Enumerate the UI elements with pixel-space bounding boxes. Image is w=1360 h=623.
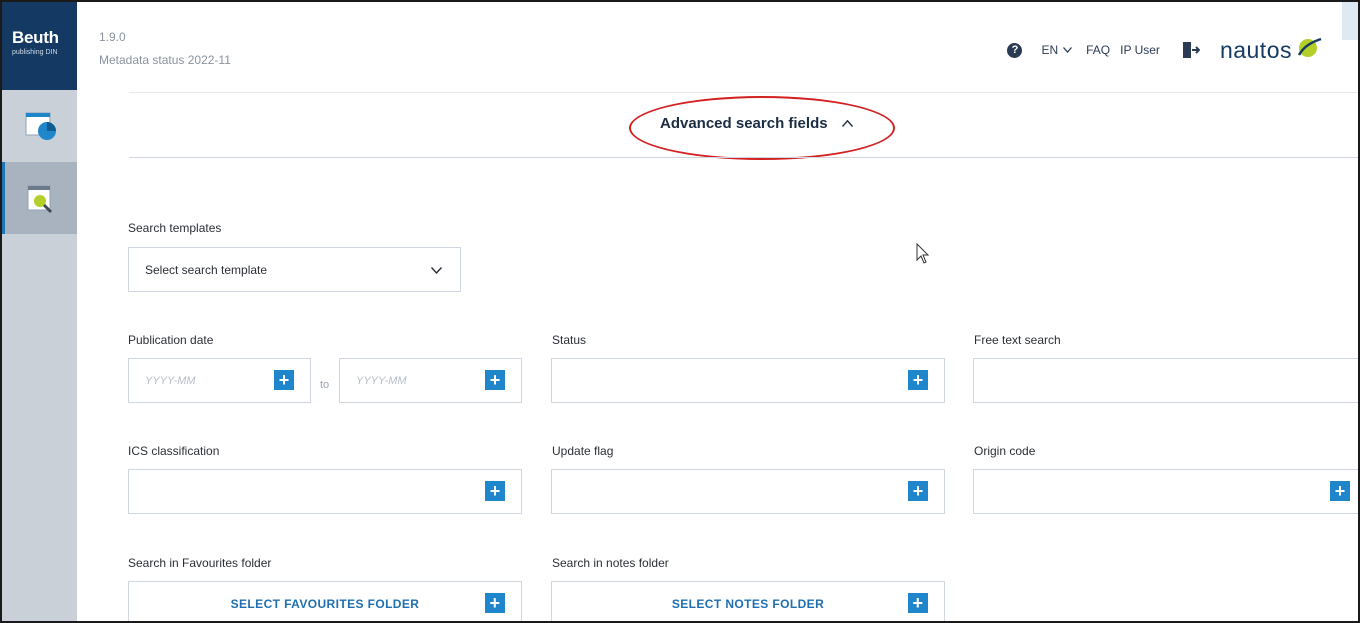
select-notes-folder-label: SELECT NOTES FOLDER <box>671 596 825 611</box>
add-date-from-button[interactable]: + <box>274 370 294 390</box>
select-favourites-folder-button[interactable]: SELECT FAVOURITES FOLDER + <box>128 581 522 621</box>
publication-date-to-field[interactable]: + <box>339 358 522 403</box>
header-actions: ? EN FAQ IP User nautos <box>1007 36 1322 64</box>
origin-code-input[interactable] <box>974 470 1358 513</box>
search-template-select[interactable]: Select search template <box>128 247 461 292</box>
top-header: 1.9.0 Metadata status 2022-11 ? EN FAQ I… <box>77 2 1358 90</box>
date-range-to-label: to <box>320 379 330 391</box>
favourites-folder-label: Search in Favourites folder <box>128 556 272 570</box>
metadata-status: Metadata status 2022-11 <box>99 53 231 67</box>
brand-logo: Beuth publishing DIN <box>2 2 77 90</box>
sidebar-item-search[interactable] <box>2 162 77 234</box>
mouse-cursor-icon <box>916 242 930 270</box>
corner-tab <box>1342 2 1358 40</box>
header-divider <box>129 92 1358 93</box>
notes-folder-label: Search in notes folder <box>552 556 669 570</box>
chevron-down-icon <box>1063 45 1073 55</box>
app-window: Beuth publishing DIN 1.9.0 Metadata stat… <box>0 0 1360 623</box>
status-input[interactable] <box>552 359 944 402</box>
update-flag-label: Update flag <box>552 444 614 458</box>
logout-icon[interactable] <box>1182 41 1200 59</box>
status-field[interactable]: + <box>551 358 945 403</box>
add-date-to-button[interactable]: + <box>485 370 505 390</box>
chevron-up-icon <box>841 118 853 130</box>
publication-date-from-field[interactable]: + <box>128 358 311 403</box>
add-origin-code-button[interactable]: + <box>1330 481 1350 501</box>
search-template-value: Select search template <box>145 262 268 277</box>
section-divider <box>129 157 1358 158</box>
publication-date-label: Publication date <box>128 333 214 347</box>
add-favourites-folder-button[interactable]: + <box>485 593 505 613</box>
app-version: 1.9.0 <box>99 30 126 44</box>
help-icon[interactable]: ? <box>1007 42 1023 58</box>
add-notes-folder-button[interactable]: + <box>908 593 928 613</box>
language-selector[interactable]: EN <box>1041 43 1073 57</box>
ics-classification-label: ICS classification <box>128 444 220 458</box>
ics-classification-input[interactable] <box>129 470 521 513</box>
brand-name: Beuth <box>12 28 59 47</box>
brand-subtitle: publishing DIN <box>12 49 58 56</box>
free-text-search-label: Free text search <box>974 333 1061 347</box>
origin-code-label: Origin code <box>974 444 1036 458</box>
search-templates-label: Search templates <box>128 221 222 235</box>
status-label: Status <box>552 333 587 347</box>
add-update-flag-button[interactable]: + <box>908 481 928 501</box>
chevron-down-icon <box>430 263 443 277</box>
leaf-icon <box>1296 36 1322 64</box>
update-flag-input[interactable] <box>552 470 944 513</box>
advanced-search-label: Advanced search fields <box>660 115 828 132</box>
faq-link[interactable]: FAQ <box>1086 43 1110 57</box>
nautos-logo-text: nautos <box>1219 36 1292 63</box>
origin-code-field[interactable]: + <box>973 469 1358 514</box>
update-flag-field[interactable]: + <box>551 469 945 514</box>
ics-classification-field[interactable]: + <box>128 469 522 514</box>
free-text-search-field[interactable] <box>973 358 1358 403</box>
folder-search-icon <box>27 185 53 214</box>
add-status-button[interactable]: + <box>908 370 928 390</box>
advanced-search-toggle[interactable]: Advanced search fields <box>660 115 853 132</box>
language-label: EN <box>1041 43 1059 57</box>
sidebar-item-dashboard[interactable] <box>2 90 77 162</box>
dashboard-icon <box>25 112 56 140</box>
user-label: IP User <box>1120 43 1160 57</box>
select-favourites-folder-label: SELECT FAVOURITES FOLDER <box>230 596 420 611</box>
add-ics-button[interactable]: + <box>485 481 505 501</box>
nautos-logo[interactable]: nautos <box>1220 36 1322 64</box>
free-text-search-input[interactable] <box>974 359 1358 402</box>
left-rail: Beuth publishing DIN <box>2 2 77 621</box>
select-notes-folder-button[interactable]: SELECT NOTES FOLDER + <box>551 581 945 621</box>
